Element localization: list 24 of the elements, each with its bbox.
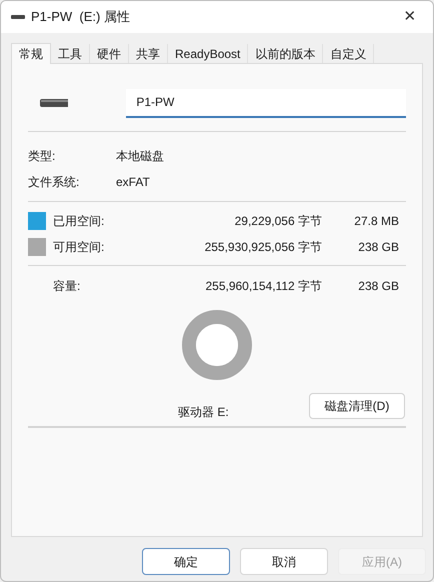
dialog-button[interactable]: 取消	[240, 548, 328, 575]
dialog-button[interactable]: 确定	[142, 548, 230, 575]
property-label: 类型:	[28, 148, 56, 165]
space-label: 已用空间:	[53, 213, 106, 230]
property-value: 本地磁盘	[116, 148, 164, 165]
property-label: 文件系统:	[28, 174, 80, 191]
space-bytes: 29,229,056 字节	[234, 213, 322, 230]
capacity-size: 238 GB	[357, 278, 399, 295]
capacity-label: 容量:	[53, 278, 82, 295]
property-value: exFAT	[116, 174, 150, 191]
window-title: P1-PW (E:) 属性	[31, 8, 130, 26]
capacity-bytes: 255,960,154,112 字节	[205, 278, 322, 295]
space-size: 238 GB	[357, 239, 399, 256]
drive-label: 驱动器 E:	[178, 404, 229, 421]
drive-icon	[11, 15, 25, 19]
close-button[interactable]: ✕	[395, 5, 425, 29]
disk-cleanup-button[interactable]: 磁盘清理(D)	[309, 393, 405, 419]
tab[interactable]: 常规	[11, 43, 51, 64]
name-field[interactable]: P1-PW	[126, 88, 406, 118]
space-bytes: 255,930,925,056 字节	[204, 239, 322, 256]
drive-icon	[40, 99, 68, 107]
space-label: 可用空间:	[53, 239, 106, 256]
space-size: 27.8 MB	[353, 213, 399, 230]
donut-drawing	[181, 309, 253, 381]
